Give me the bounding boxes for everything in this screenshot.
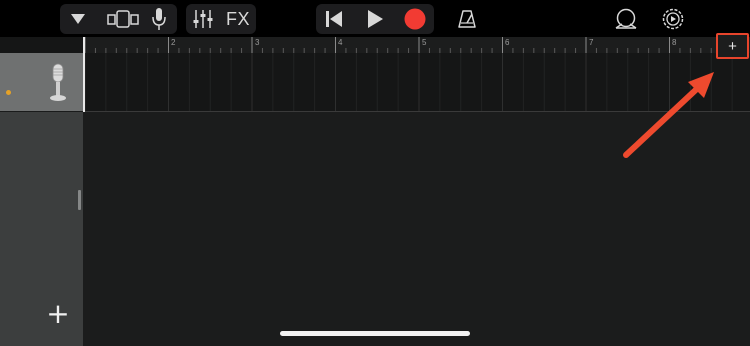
loop-icon — [615, 8, 637, 29]
skip-back-icon — [326, 11, 342, 27]
track-lane[interactable] — [83, 53, 750, 112]
metronome-icon — [458, 10, 476, 28]
bar-number: 3 — [255, 38, 260, 47]
browser-view-icon — [107, 10, 139, 28]
loop-browser-button[interactable] — [612, 6, 640, 32]
bar-number: 2 — [171, 38, 176, 47]
gear-icon — [662, 8, 684, 30]
microphone-icon — [152, 8, 166, 30]
playhead[interactable] — [83, 37, 85, 112]
mixer-button[interactable] — [190, 7, 216, 31]
resize-handle[interactable] — [78, 190, 81, 210]
track-activity-dot — [6, 90, 11, 95]
play-icon — [368, 10, 383, 28]
instrument-button[interactable] — [148, 6, 170, 32]
ruler-ticks — [84, 37, 744, 53]
browser-view-button[interactable] — [106, 8, 140, 30]
track-list-panel: + — [0, 112, 83, 346]
bar-number: 7 — [589, 38, 594, 47]
fx-button[interactable]: FX — [222, 6, 254, 32]
tracks-area[interactable] — [83, 112, 750, 346]
settings-button[interactable] — [659, 6, 687, 32]
record-icon — [404, 8, 426, 30]
play-button[interactable] — [361, 7, 389, 31]
track-grid — [84, 53, 733, 111]
bar-number: 4 — [338, 38, 343, 47]
tracks-menu-button[interactable] — [66, 8, 90, 30]
ruler-corner — [0, 37, 83, 53]
microphone-icon — [50, 63, 66, 101]
add-track-button[interactable]: + — [44, 300, 72, 328]
sliders-icon — [193, 10, 213, 28]
track-header[interactable] — [0, 53, 83, 111]
go-to-beginning-button[interactable] — [320, 7, 348, 31]
bar-number: 5 — [422, 38, 427, 47]
record-button[interactable] — [401, 7, 429, 31]
home-indicator[interactable] — [280, 331, 470, 336]
bar-number: 8 — [672, 38, 677, 47]
triangle-down-icon — [71, 14, 85, 24]
toolbar: FX — [0, 0, 750, 37]
timeline-ruler[interactable]: 2 3 4 5 6 7 8 — [83, 37, 750, 54]
metronome-button[interactable] — [454, 7, 480, 31]
add-section-button[interactable]: + — [716, 33, 749, 59]
bar-number: 6 — [505, 38, 510, 47]
